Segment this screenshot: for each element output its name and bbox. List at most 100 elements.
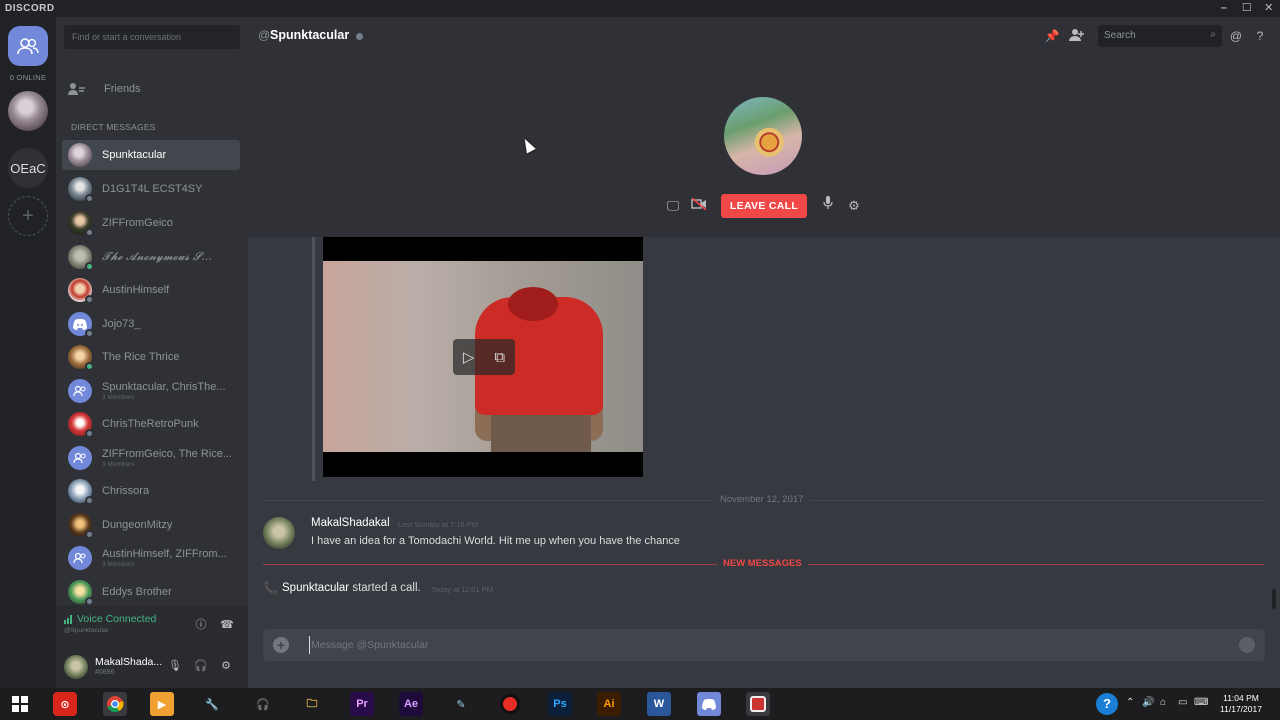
illustrator-icon[interactable]: Ai	[597, 692, 621, 716]
avatar	[68, 513, 94, 539]
dm-item[interactable]: Spunktacular, ChrisThe... 3 Members	[62, 376, 240, 406]
photoshop-icon[interactable]: Ps	[548, 692, 572, 716]
dm-item[interactable]: 𝓣𝓱𝓮 𝓐𝓷𝓸𝓷𝔂𝓶𝓸𝓾𝓼 𝓢...	[62, 242, 240, 272]
recorder-icon[interactable]	[746, 692, 770, 716]
microphone-icon[interactable]: 🎙	[168, 658, 182, 674]
chrome-icon[interactable]	[103, 692, 127, 716]
dm-item[interactable]: AustinHimself, ZIFFrom... 3 Members	[62, 543, 240, 573]
file-explorer-icon[interactable]: 🗀	[300, 692, 324, 716]
find-conversation-input[interactable]: Find or start a conversation	[64, 25, 240, 49]
friends-wave-icon	[68, 83, 85, 95]
username: MakalShada...	[95, 656, 163, 668]
status-dot	[85, 194, 94, 203]
dm-item[interactable]: DungeonMitzy	[62, 510, 240, 540]
friends-nav-item[interactable]: Friends	[64, 77, 240, 101]
network-icon[interactable]: ⌂	[1160, 697, 1166, 708]
search-placeholder: Search	[1104, 30, 1136, 41]
at-icon: @	[258, 28, 271, 42]
avatar	[68, 245, 94, 271]
help-icon[interactable]: ?	[1252, 28, 1268, 44]
home-button[interactable]	[8, 26, 48, 66]
connection-info-icon[interactable]: ⓘ	[193, 617, 209, 633]
screen-share-icon[interactable]: 🖵	[663, 196, 683, 216]
after-effects-icon[interactable]: Ae	[399, 692, 423, 716]
discord-taskbar-icon[interactable]	[697, 692, 721, 716]
help-circle-icon[interactable]: ?	[1096, 693, 1118, 715]
voice-channel-label: @Spunktacular	[64, 627, 109, 634]
upload-plus-icon[interactable]: +	[273, 637, 289, 653]
taskbar-app-icon[interactable]: ⊙	[53, 692, 77, 716]
call-settings-gear-icon[interactable]: ⚙	[844, 196, 864, 216]
dm-sidebar: Find or start a conversation Friends DIR…	[56, 17, 248, 688]
dm-item[interactable]: The Rice Thrice	[62, 342, 240, 372]
dm-name: 𝓣𝓱𝓮 𝓐𝓷𝓸𝓷𝔂𝓶𝓸𝓾𝓼 𝓢...	[102, 250, 212, 263]
notes-app-icon[interactable]: ✎	[449, 692, 473, 716]
add-friend-icon[interactable]	[1069, 28, 1085, 44]
message-author[interactable]: MakalShadakal	[311, 517, 390, 529]
dm-item[interactable]: ZIFFromGeico	[62, 208, 240, 238]
message-input[interactable]	[309, 636, 1209, 654]
maximize-button[interactable]: ☐	[1237, 1, 1257, 16]
avatar	[68, 278, 94, 304]
status-dot	[85, 597, 94, 606]
dm-item[interactable]: Eddys Brother	[62, 577, 240, 607]
status-dot	[85, 496, 94, 505]
status-dot	[85, 262, 94, 271]
add-server-button[interactable]: +	[8, 196, 48, 236]
tool-icon[interactable]: 🔧	[200, 692, 224, 716]
word-icon[interactable]: W	[647, 692, 671, 716]
video-embed[interactable]: ▷ ⧉	[323, 237, 643, 477]
call-author[interactable]: Spunktacular	[282, 582, 349, 594]
dm-item[interactable]: ChrisTheRetroPunk	[62, 409, 240, 439]
dm-name: Eddys Brother	[102, 586, 172, 598]
dm-item[interactable]: D1G1T4L ECST4SY	[62, 174, 240, 204]
settings-gear-icon[interactable]: ⚙	[219, 658, 233, 674]
member-count: 3 Members	[102, 461, 135, 468]
video-off-icon[interactable]	[689, 196, 709, 216]
search-input[interactable]: Search ⌕	[1098, 25, 1222, 47]
disconnect-icon[interactable]: ☎	[219, 617, 235, 633]
dm-item[interactable]: Chrissora	[62, 476, 240, 506]
emoji-picker-icon[interactable]	[1239, 637, 1255, 653]
mentions-icon[interactable]: @	[1228, 28, 1244, 44]
leave-call-button[interactable]: LEAVE CALL	[721, 194, 807, 218]
member-count: 3 Members	[102, 561, 135, 568]
dm-item[interactable]: ZIFFromGeico, The Rice... 3 Members	[62, 443, 240, 473]
microphone-icon[interactable]	[818, 196, 838, 216]
group-icon	[73, 452, 86, 464]
dm-item[interactable]: Jojo73_	[62, 309, 240, 339]
pin-icon[interactable]: 📌	[1044, 28, 1060, 44]
record-app-icon[interactable]	[498, 692, 522, 716]
start-button[interactable]	[8, 692, 32, 716]
premiere-icon[interactable]: Pr	[350, 692, 374, 716]
battery-icon[interactable]: ▭	[1178, 697, 1187, 708]
discord-logo-icon	[73, 318, 87, 330]
status-dot	[85, 329, 94, 338]
dm-item[interactable]: Spunktacular	[62, 140, 240, 170]
audio-app-icon[interactable]: 🎧	[251, 692, 275, 716]
message-avatar[interactable]	[263, 517, 295, 549]
server-icon-oeac[interactable]: OEaC	[8, 148, 48, 188]
taskbar-clock[interactable]: 11:04 PM 11/17/2017	[1218, 693, 1264, 715]
open-external-icon[interactable]: ⧉	[494, 349, 505, 366]
user-avatar[interactable]	[64, 655, 88, 679]
server-icon-avatar[interactable]	[8, 91, 48, 131]
status-dot	[356, 33, 363, 40]
voice-status: Voice Connected	[64, 613, 156, 625]
scrollbar-thumb[interactable]	[1272, 589, 1276, 609]
keyboard-icon[interactable]: ⌨	[1194, 697, 1208, 708]
new-messages-label: NEW MESSAGES	[717, 558, 808, 569]
dm-name: ZIFFromGeico	[102, 217, 173, 229]
volume-icon[interactable]: 🔊	[1142, 697, 1154, 708]
avatar	[68, 412, 94, 438]
close-button[interactable]: ✕	[1259, 1, 1279, 16]
play-icon[interactable]: ▷	[463, 348, 475, 366]
title-bar: DISCORD – ☐ ✕	[0, 0, 1280, 17]
minimize-button[interactable]: –	[1214, 1, 1234, 16]
dm-item[interactable]: AustinHimself	[62, 275, 240, 305]
headphones-icon[interactable]: 🎧	[194, 658, 208, 674]
dm-name: ChrisTheRetroPunk	[102, 418, 199, 430]
media-player-icon[interactable]: ▶	[150, 692, 174, 716]
dm-name: ZIFFromGeico, The Rice...	[102, 448, 232, 460]
tray-chevron-icon[interactable]: ⌃	[1126, 697, 1134, 708]
